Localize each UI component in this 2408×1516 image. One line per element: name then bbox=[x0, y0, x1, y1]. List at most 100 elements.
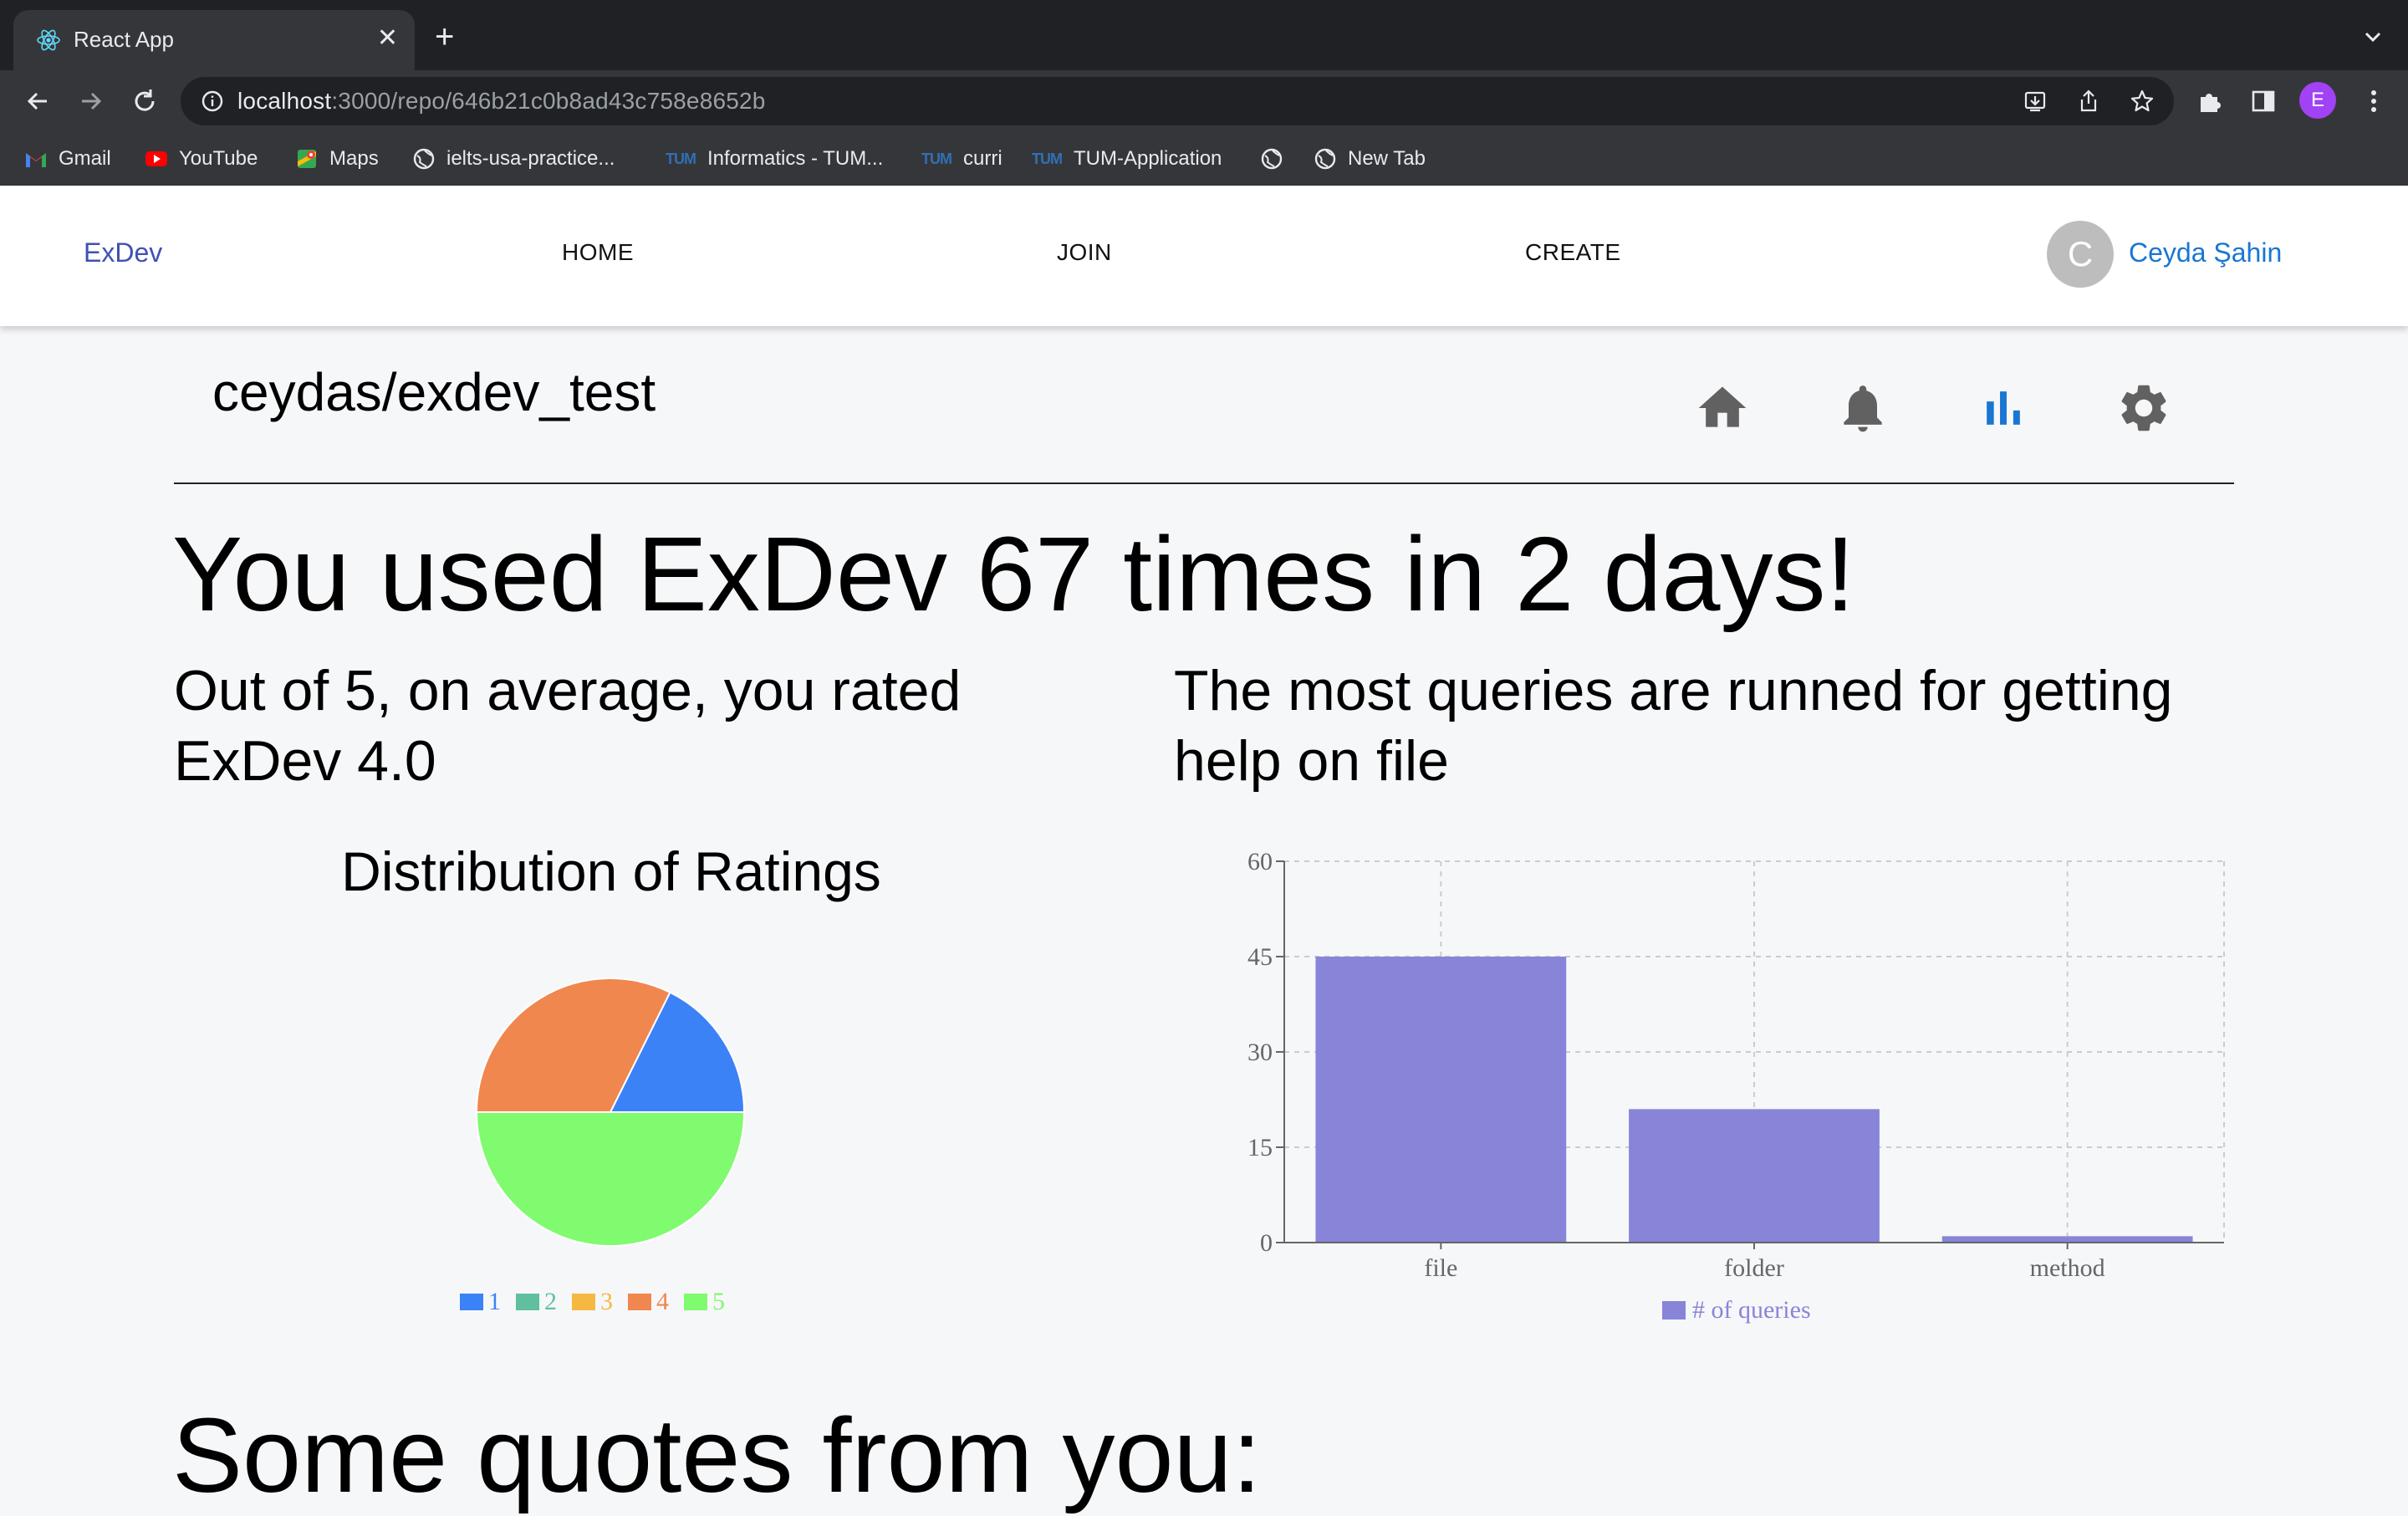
browser-tab-strip: React App ✕ + bbox=[0, 0, 2408, 70]
ratings-pie-chart bbox=[475, 977, 746, 1247]
tum-logo-icon: TUM bbox=[921, 150, 952, 167]
bookmark-ielts[interactable]: ielts-usa-practice... bbox=[411, 144, 615, 174]
bookmark-star-icon[interactable] bbox=[2129, 88, 2155, 115]
reload-icon[interactable] bbox=[129, 85, 161, 117]
quotes-heading: Some quotes from you: bbox=[172, 1396, 1262, 1514]
youtube-icon bbox=[145, 151, 167, 166]
x-tick-label: folder bbox=[1724, 1254, 1784, 1282]
pie-legend-item[interactable]: 2 bbox=[516, 1288, 557, 1316]
bookmark-label: TUM-Application bbox=[1074, 147, 1222, 170]
extensions-icon[interactable] bbox=[2196, 87, 2224, 115]
maps-icon bbox=[298, 150, 316, 168]
close-tab-icon[interactable]: ✕ bbox=[377, 23, 398, 54]
tum-logo-icon: TUM bbox=[1032, 150, 1063, 167]
url-text: localhost:3000/repo/646b21c0b8ad43c758e8… bbox=[237, 87, 766, 115]
tab-title: React App bbox=[74, 27, 174, 52]
globe-icon bbox=[413, 148, 435, 170]
bookmark-label: YouTube bbox=[179, 147, 258, 170]
legend-label: 4 bbox=[656, 1288, 669, 1315]
chevron-down-icon[interactable] bbox=[2358, 22, 2388, 52]
pie-legend: 1 2 3 4 5 bbox=[460, 1288, 725, 1316]
bookmark-tum-application[interactable]: TUM TUM-Application bbox=[1032, 144, 1222, 174]
app-navbar: ExDev HOME JOIN CREATE C Ceyda Şahin bbox=[0, 186, 2408, 326]
bookmark-label: ielts-usa-practice... bbox=[446, 147, 615, 170]
browser-toolbar: localhost:3000/repo/646b21c0b8ad43c758e8… bbox=[0, 70, 2408, 132]
legend-swatch bbox=[460, 1294, 483, 1310]
pie-legend-item[interactable]: 1 bbox=[460, 1288, 501, 1316]
bar-method bbox=[1941, 1236, 2193, 1243]
usage-headline: You used ExDev 67 times in 2 days! bbox=[172, 515, 1855, 633]
bookmark-gmail[interactable]: Gmail bbox=[23, 144, 111, 174]
y-tick-label: 0 bbox=[1260, 1229, 1273, 1257]
profile-avatar[interactable]: E bbox=[2299, 82, 2336, 119]
gmail-icon bbox=[26, 153, 46, 167]
legend-label[interactable]: # of queries bbox=[1692, 1296, 1811, 1324]
home-icon[interactable] bbox=[1694, 380, 1751, 436]
average-rating-text: Out of 5, on average, you rated ExDev 4.… bbox=[174, 659, 962, 793]
header-divider bbox=[174, 482, 2234, 484]
pie-legend-item[interactable]: 3 bbox=[572, 1288, 613, 1316]
user-name[interactable]: Ceyda Şahin bbox=[2129, 237, 2282, 268]
bar-file bbox=[1315, 957, 1567, 1243]
more-menu-icon[interactable] bbox=[2358, 85, 2390, 117]
bar-folder bbox=[1629, 1109, 1880, 1243]
bookmark-label: New Tab bbox=[1348, 147, 1426, 170]
bookmark-untitled[interactable] bbox=[1259, 144, 1294, 174]
info-icon[interactable] bbox=[199, 88, 226, 115]
bookmarks-bar: Gmail YouTube Maps ielts-usa-practice...… bbox=[0, 132, 2408, 186]
bookmark-new-tab[interactable]: New Tab bbox=[1313, 144, 1426, 174]
bookmark-label: Informatics - TUM... bbox=[707, 147, 884, 170]
react-logo-icon bbox=[37, 29, 60, 51]
browser-tab[interactable]: React App ✕ bbox=[13, 10, 415, 70]
forward-arrow-icon[interactable] bbox=[75, 85, 107, 117]
bookmark-curri[interactable]: TUM curri bbox=[921, 144, 1002, 174]
legend-label: 1 bbox=[488, 1288, 501, 1315]
legend-label: 5 bbox=[712, 1288, 725, 1315]
x-tick-label: file bbox=[1424, 1254, 1457, 1282]
repo-title: ceydas/exdev_test bbox=[212, 362, 656, 422]
bookmark-label: curri bbox=[963, 147, 1002, 170]
nav-join-link[interactable]: JOIN bbox=[1057, 239, 1112, 266]
address-bar[interactable]: localhost:3000/repo/646b21c0b8ad43c758e8… bbox=[181, 77, 2174, 125]
back-arrow-icon[interactable] bbox=[22, 85, 54, 117]
bookmark-maps[interactable]: Maps bbox=[294, 144, 379, 174]
pie-legend-item[interactable]: 4 bbox=[628, 1288, 669, 1316]
y-tick-label: 15 bbox=[1247, 1134, 1273, 1161]
bell-icon[interactable] bbox=[1834, 380, 1891, 436]
bookmark-label: Gmail bbox=[59, 147, 111, 170]
url-path: :3000/repo/646b21c0b8ad43c758e8652b bbox=[331, 88, 766, 114]
pie-legend-item[interactable]: 5 bbox=[684, 1288, 725, 1316]
share-icon[interactable] bbox=[2075, 88, 2102, 115]
legend-label: 3 bbox=[600, 1288, 613, 1315]
gear-icon[interactable] bbox=[2115, 380, 2172, 436]
y-tick-label: 60 bbox=[1247, 848, 1273, 875]
bar-chart-icon[interactable] bbox=[1975, 380, 2032, 436]
legend-swatch bbox=[628, 1294, 651, 1310]
legend-swatch bbox=[684, 1294, 707, 1310]
pie-chart-title: Distribution of Ratings bbox=[341, 840, 881, 902]
legend-swatch bbox=[1662, 1301, 1686, 1319]
legend-swatch bbox=[516, 1294, 539, 1310]
user-avatar[interactable]: C bbox=[2047, 221, 2114, 288]
bookmark-label: Maps bbox=[329, 147, 379, 170]
bookmark-informatics[interactable]: TUM Informatics - TUM... bbox=[666, 144, 883, 174]
globe-icon bbox=[1314, 148, 1336, 170]
top-query-text: The most queries are runned for getting … bbox=[1174, 659, 2173, 793]
y-tick-label: 45 bbox=[1247, 943, 1273, 971]
install-app-icon[interactable] bbox=[2022, 88, 2048, 115]
side-panel-icon[interactable] bbox=[2249, 87, 2278, 115]
y-tick-label: 30 bbox=[1247, 1039, 1273, 1066]
bookmark-youtube[interactable]: YouTube bbox=[144, 144, 258, 174]
legend-swatch bbox=[572, 1294, 595, 1310]
queries-bar-chart: 0 15 30 45 60 file folder method # of queries bbox=[1247, 848, 2225, 1324]
brand-logo[interactable]: ExDev bbox=[84, 237, 162, 268]
new-tab-icon[interactable]: + bbox=[435, 20, 454, 54]
nav-home-link[interactable]: HOME bbox=[562, 239, 634, 266]
nav-create-link[interactable]: CREATE bbox=[1525, 239, 1621, 266]
legend-label: 2 bbox=[544, 1288, 557, 1315]
url-host: localhost bbox=[237, 88, 332, 114]
x-tick-label: method bbox=[2030, 1254, 2105, 1282]
globe-icon bbox=[1261, 148, 1283, 170]
pie-slice-5 bbox=[475, 1111, 746, 1247]
tum-logo-icon: TUM bbox=[666, 150, 696, 167]
